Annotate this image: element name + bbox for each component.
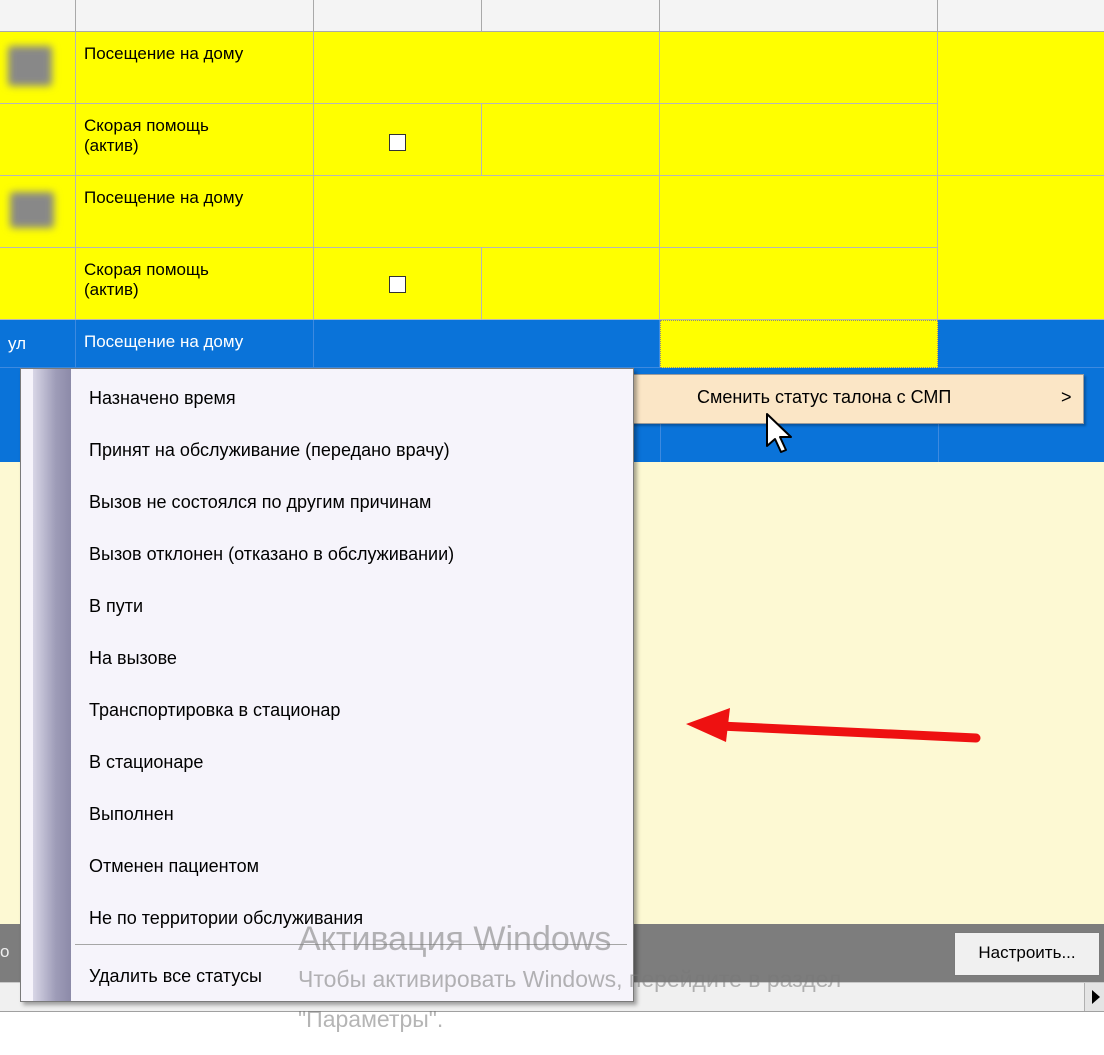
- submenu-arrow-icon: >: [1061, 387, 1072, 407]
- row-5-col-3[interactable]: [314, 320, 660, 368]
- row-5-type-text: Посещение на дому: [84, 332, 244, 351]
- row-2-col-5[interactable]: [660, 104, 938, 176]
- context-menu: Назначено время Принят на обслуживание (…: [20, 368, 634, 1002]
- row-4-col-left[interactable]: [0, 248, 76, 320]
- menu-item-label: Выполнен: [89, 804, 174, 824]
- menu-item-label: Назначено время: [89, 388, 236, 408]
- row-5-col-left[interactable]: ул: [0, 320, 76, 368]
- menu-item-label: Удалить все статусы: [89, 966, 262, 986]
- menu-item-label: Вызов не состоялся по другим причинам: [89, 492, 432, 512]
- watermark-line-2: "Параметры".: [298, 1006, 444, 1032]
- blurred-name: [8, 46, 52, 86]
- row-2-col-left[interactable]: [0, 104, 76, 176]
- row-5-type-cell[interactable]: Посещение на дому: [76, 320, 314, 368]
- watermark-line-1: Чтобы активировать Windows, перейдите в …: [298, 966, 842, 992]
- row-3-type-cell[interactable]: Посещение на дому: [76, 176, 314, 248]
- row-2-type-cell[interactable]: Скорая помощь (актив): [76, 104, 314, 176]
- row-3-col-5[interactable]: [660, 176, 938, 248]
- scroll-right-arrow-icon[interactable]: [1084, 983, 1104, 1011]
- row-5-left-text: ул: [8, 334, 27, 353]
- grid-header-col-1: [0, 0, 76, 32]
- menu-item-transport-to-hospital[interactable]: Транспортировка в стационар: [21, 689, 633, 729]
- configure-button[interactable]: Настроить...: [954, 932, 1100, 976]
- grid-header-col-4: [482, 0, 660, 32]
- row-1-type-text: Посещение на дому: [84, 44, 244, 63]
- rows-3-4-col-6[interactable]: [938, 176, 1104, 320]
- status-bar-left-text: о: [0, 942, 10, 961]
- row-6-divider: [660, 424, 661, 462]
- menu-item-en-route[interactable]: В пути: [21, 585, 633, 625]
- red-arrow-annotation: [686, 708, 981, 743]
- menu-item-label: На вызове: [89, 648, 177, 668]
- row-4-type-text: Скорая помощь (актив): [84, 260, 209, 299]
- rows-1-2-col-6[interactable]: [938, 32, 1104, 176]
- row-5-col-6[interactable]: [938, 320, 1104, 368]
- row-2-type-text: Скорая помощь (актив): [84, 116, 209, 155]
- row-1-col-3-merged[interactable]: [314, 32, 660, 104]
- menu-item-on-call[interactable]: На вызове: [21, 637, 633, 677]
- menu-item-label: Отменен пациентом: [89, 856, 260, 876]
- grid-header-col-5: [660, 0, 938, 32]
- menu-item-label: Принят на обслуживание (передано врачу): [89, 440, 450, 460]
- menu-item-label: В пути: [89, 596, 144, 616]
- menu-item-accepted[interactable]: Принят на обслуживание (передано врачу): [21, 429, 633, 469]
- row-2-checkbox[interactable]: [389, 134, 406, 151]
- mouse-cursor-icon: [766, 413, 792, 453]
- row-2-col-4[interactable]: [482, 104, 660, 176]
- menu-item-in-hospital[interactable]: В стационаре: [21, 741, 633, 781]
- grid-header-col-6: [938, 0, 1104, 32]
- row-4-col-4[interactable]: [482, 248, 660, 320]
- row-4-col-5[interactable]: [660, 248, 938, 320]
- menu-item-label: Вызов отклонен (отказано в обслуживании): [89, 544, 455, 564]
- row-5-col-5-yellow[interactable]: [660, 320, 938, 368]
- row-4-checkbox[interactable]: [389, 276, 406, 293]
- row-4-type-cell[interactable]: Скорая помощь (актив): [76, 248, 314, 320]
- menu-item-call-rejected[interactable]: Вызов отклонен (отказано в обслуживании): [21, 533, 633, 573]
- row-1-col-5[interactable]: [660, 32, 938, 104]
- row-4-checkbox-cell[interactable]: [314, 248, 482, 320]
- row-1-type-cell[interactable]: Посещение на дому: [76, 32, 314, 104]
- blurred-name: [10, 192, 54, 228]
- row-3-type-text: Посещение на дому: [84, 188, 244, 207]
- menu-item-change-smp-status-label: Сменить статус талона с СМП: [697, 387, 952, 407]
- menu-item-label: В стационаре: [89, 752, 204, 772]
- watermark-title: Активация Windows: [298, 920, 612, 958]
- menu-item-cancelled-by-patient[interactable]: Отменен пациентом: [21, 845, 633, 885]
- grid-header-col-3: [314, 0, 482, 32]
- row-1-col-left[interactable]: [0, 32, 76, 104]
- menu-item-change-smp-status[interactable]: Сменить статус талона с СМП >: [630, 374, 1084, 424]
- grid-header-col-2: [76, 0, 314, 32]
- menu-item-time-assigned[interactable]: Назначено время: [21, 377, 633, 417]
- menu-item-completed[interactable]: Выполнен: [21, 793, 633, 833]
- row-3-col-3-merged[interactable]: [314, 176, 660, 248]
- menu-item-call-not-happened[interactable]: Вызов не состоялся по другим причинам: [21, 481, 633, 521]
- menu-item-label: Транспортировка в стационар: [89, 700, 341, 720]
- row-3-col-left[interactable]: [0, 176, 76, 248]
- row-6-divider: [938, 424, 939, 462]
- row-2-checkbox-cell[interactable]: [314, 104, 482, 176]
